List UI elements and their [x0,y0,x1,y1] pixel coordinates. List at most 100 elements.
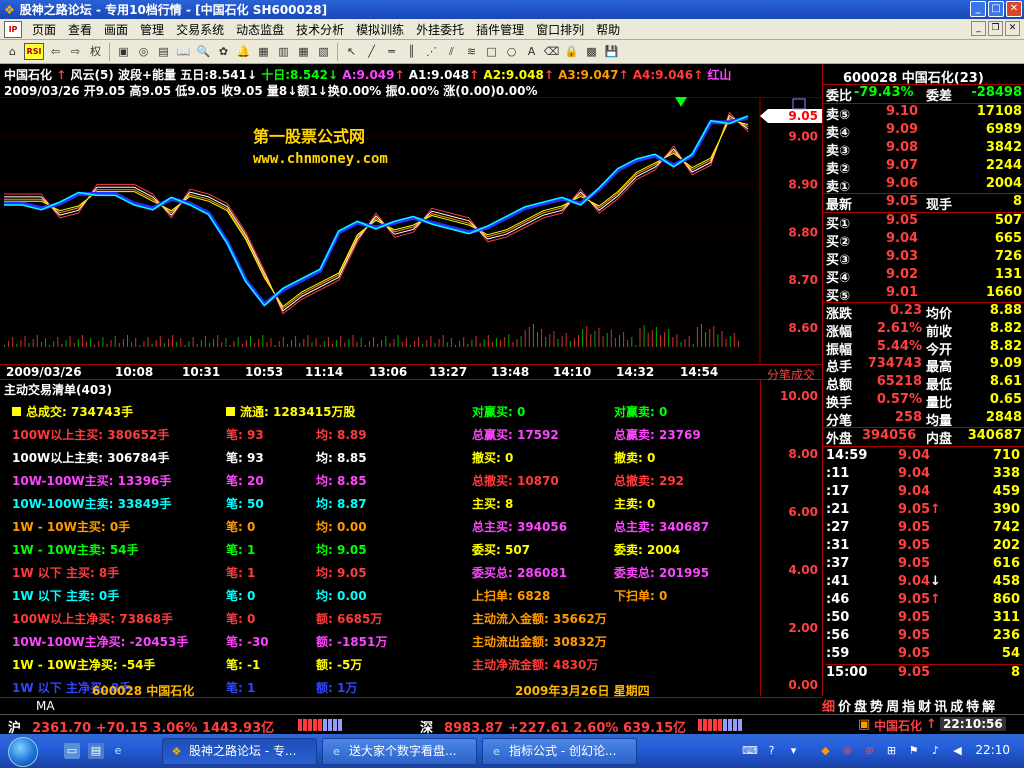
link-icon[interactable]: ◎ [135,43,152,60]
task-browser-1[interactable]: e 送大家个数字看盘... [322,738,477,765]
volume-bar [442,335,444,347]
menu-external-order[interactable]: 外挂委托 [410,21,470,38]
task-browser-2[interactable]: e 指标公式 - 创幻论... [482,738,637,765]
quote-tab[interactable]: 细 [822,696,835,715]
color-palette-icon[interactable]: ▩ [583,43,600,60]
window-icon[interactable]: ▥ [275,43,292,60]
chevron-icon[interactable]: ▾ [786,743,801,758]
table-icon[interactable]: ▦ [295,43,312,60]
task-gushen[interactable]: ❖ 股神之路论坛 - 专... [162,738,317,765]
vline-tool-icon[interactable]: ║ [403,43,420,60]
text-tool-icon[interactable]: A [523,43,540,60]
menu-simulation[interactable]: 模拟训练 [350,21,410,38]
volume-bar [348,339,350,347]
mdi-close-button[interactable]: ✕ [1005,21,1020,36]
menu-view[interactable]: 查看 [62,21,98,38]
menu-help[interactable]: 帮助 [590,21,626,38]
help-icon[interactable]: ? [764,743,779,758]
buy-level[interactable]: 买⑤ 9.01 1660 [826,285,1022,304]
cursor-icon[interactable]: ↖ [343,43,360,60]
flower-icon[interactable]: ✿ [215,43,232,60]
menu-page[interactable]: 页面 [26,21,62,38]
quote-tab[interactable]: 解 [982,696,995,715]
rsi-icon[interactable]: RSI [24,43,44,60]
maximize-button[interactable]: □ [988,1,1004,17]
buy-level[interactable]: 买④ 9.02 131 [826,267,1022,286]
quote-tab[interactable]: 势 [870,696,883,715]
document-icon[interactable]: IP [4,20,22,38]
stock-icon[interactable]: ▣ [115,43,132,60]
volume-bar [278,341,280,347]
home-icon[interactable]: ⌂ [4,43,21,60]
minimize-button[interactable]: _ [970,1,986,17]
menu-trading-system[interactable]: 交易系统 [170,21,230,38]
tray-app-icon[interactable]: ◆ [818,743,833,758]
sell-level[interactable]: 卖② 9.07 2244 [826,158,1022,177]
search-icon[interactable]: 🔍 [195,43,212,60]
ie-icon[interactable]: e [110,743,126,759]
menu-plugin-manage[interactable]: 插件管理 [470,21,530,38]
volume-bar [561,336,563,347]
buy-level[interactable]: 买② 9.04 665 [826,231,1022,250]
fan-tool-icon[interactable]: ⋰ [423,43,440,60]
ma-row[interactable]: MA [0,697,822,714]
buy-level[interactable]: 买① 9.05 507 [826,213,1022,232]
volume-icon[interactable]: ♪ [928,743,943,758]
volume-bar [131,342,133,347]
close-button[interactable]: ✕ [1006,1,1022,17]
quote-tab[interactable]: 讯 [934,696,947,715]
security-icon[interactable]: ⊗ [840,743,855,758]
lock-icon[interactable]: 🔒 [563,43,580,60]
flag-icon[interactable]: ⚑ [906,743,921,758]
book-icon[interactable]: 📖 [175,43,192,60]
ellipse-tool-icon[interactable]: ○ [503,43,520,60]
keyboard-icon[interactable]: ⌨ [742,743,758,758]
start-button[interactable] [8,737,38,767]
chart-window-icon[interactable]: ▧ [315,43,332,60]
menu-dynamic-monitor[interactable]: 动态监盘 [230,21,290,38]
sell-level[interactable]: 卖④ 9.09 6989 [826,122,1022,141]
wave-tool-icon[interactable]: ≋ [463,43,480,60]
menu-manage[interactable]: 管理 [134,21,170,38]
volume-bar [528,327,530,347]
eraser-icon[interactable]: ⌫ [543,43,560,60]
quote-tab[interactable]: 指 [902,696,915,715]
weight-icon[interactable]: 权 [87,43,104,60]
stack-icon[interactable]: ▤ [155,43,172,60]
quote-tab[interactable]: 特 [966,696,979,715]
clock[interactable]: 22:10 [975,743,1010,757]
volume-bar [594,331,596,347]
menu-window-arrange[interactable]: 窗口排列 [530,21,590,38]
time-label: 14:32 [616,365,655,379]
line-tool-icon[interactable]: ╱ [363,43,380,60]
quote-stat-row: 换手 0.57% 量比 0.65 [826,392,1022,411]
rectangle-tool-icon[interactable]: □ [483,43,500,60]
sell-level[interactable]: 卖⑤ 9.10 17108 [826,104,1022,123]
sell-level[interactable]: 卖① 9.06 2004 [826,176,1022,195]
mdi-minimize-button[interactable]: _ [971,21,986,36]
sell-level[interactable]: 卖③ 9.08 3842 [826,140,1022,159]
hline-tool-icon[interactable]: ═ [383,43,400,60]
quote-tab[interactable]: 周 [886,696,899,715]
intraday-chart[interactable]: 8.60 8.70 8.80 8.90 9.00 9.05 [0,97,822,364]
menu-screen[interactable]: 画面 [98,21,134,38]
mdi-restore-button[interactable]: ❐ [988,21,1003,36]
quote-tab[interactable]: 价 [838,696,851,715]
speaker-icon[interactable]: ◀ [950,743,965,758]
grid-icon[interactable]: ▦ [255,43,272,60]
explorer-icon[interactable]: ▤ [88,743,104,759]
bell-icon[interactable]: 🔔 [235,43,252,60]
save-icon[interactable]: 💾 [603,43,620,60]
left-arrow-icon[interactable]: ⇦ [47,43,64,60]
right-arrow-icon[interactable]: ⇨ [67,43,84,60]
network-icon[interactable]: ⊞ [884,743,899,758]
quote-tab[interactable]: 成 [950,696,963,715]
quote-tab[interactable]: 财 [918,696,931,715]
menu-technical-analysis[interactable]: 技术分析 [290,21,350,38]
antivirus-icon[interactable]: ⊛ [862,743,877,758]
buy-level[interactable]: 买③ 9.03 726 [826,249,1022,268]
quote-tab[interactable]: 盘 [854,696,867,715]
volume-bar [36,335,38,347]
channel-tool-icon[interactable]: ⫽ [443,43,460,60]
show-desktop-icon[interactable]: ▭ [64,743,80,759]
